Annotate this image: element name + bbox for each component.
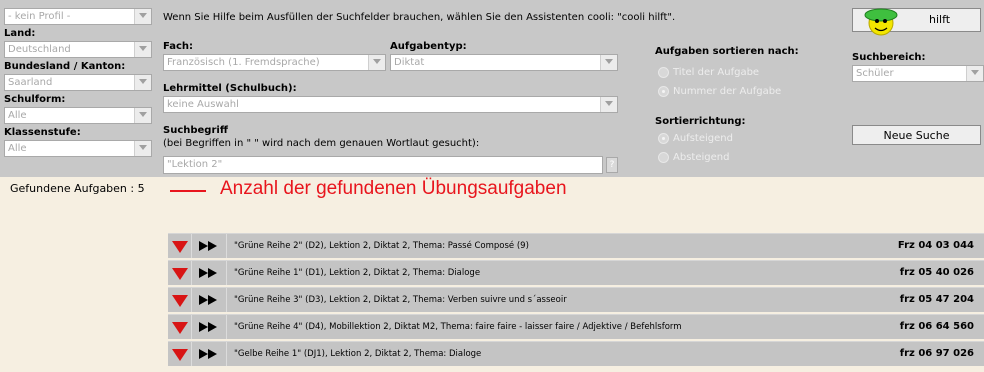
sortieren-label: Aufgaben sortieren nach: [655, 46, 799, 57]
expand-triangle-icon[interactable] [172, 294, 188, 308]
chevron-down-icon [134, 42, 151, 57]
klassenstufe-select-value: Alle [8, 143, 27, 154]
bundesland-select-value: Saarland [8, 77, 53, 88]
result-row[interactable]: "Grüne Reihe 2" (D2), Lektion 2, Diktat … [168, 233, 984, 258]
suchbereich-label: Suchbereich: [852, 52, 926, 63]
bundesland-label: Bundesland / Kanton: [4, 61, 126, 72]
schulform-label: Schulform: [4, 94, 66, 105]
land-select[interactable]: Deutschland [4, 41, 152, 58]
result-code: frz 05 47 204 [899, 294, 974, 305]
expand-triangle-icon[interactable] [172, 348, 188, 362]
sort-by-number-radio[interactable]: Nummer der Aufgabe [658, 86, 781, 97]
cooli-hilft-label: hilft [929, 13, 951, 26]
radio-selected-icon [658, 133, 669, 144]
result-title[interactable]: "Grüne Reihe 4" (D4), Mobillektion 2, Di… [234, 322, 682, 332]
result-title[interactable]: "Grüne Reihe 3" (D3), Lektion 2, Diktat … [234, 295, 567, 305]
result-title[interactable]: "Gelbe Reihe 1" (DJ1), Lektion 2, Diktat… [234, 349, 481, 359]
suchbegriff-input-value: "Lektion 2" [167, 159, 223, 170]
expand-triangle-icon[interactable] [172, 267, 188, 281]
radio-icon [658, 152, 669, 163]
lehrmittel-label: Lehrmittel (Schulbuch): [163, 83, 297, 94]
fach-label: Fach: [163, 41, 194, 52]
sort-descending-label: Absteigend [673, 152, 730, 163]
result-code: frz 06 97 026 [899, 348, 974, 359]
results-count: Gefundene Aufgaben : 5 [10, 182, 145, 195]
result-row[interactable]: "Gelbe Reihe 1" (DJ1), Lektion 2, Diktat… [168, 341, 984, 366]
fast-forward-icon[interactable] [199, 349, 219, 359]
chevron-down-icon [134, 9, 151, 24]
chevron-down-icon [134, 108, 151, 123]
richtung-label: Sortierrichtung: [655, 116, 746, 127]
fast-forward-icon[interactable] [199, 268, 219, 278]
result-code: frz 06 64 560 [899, 321, 974, 332]
suchbereich-select[interactable]: Schüler [852, 65, 984, 82]
result-row[interactable]: "Grüne Reihe 3" (D3), Lektion 2, Diktat … [168, 287, 984, 312]
search-panel: - kein Profil - Land: Deutschland Bundes… [0, 0, 984, 177]
suchbegriff-label: Suchbegriff [163, 125, 228, 136]
expand-triangle-icon[interactable] [172, 321, 188, 335]
sort-by-number-label: Nummer der Aufgabe [673, 86, 782, 97]
suchbegriff-hint: (bei Begriffen in " " wird nach dem gena… [163, 138, 480, 149]
lehrmittel-select-value: keine Auswahl [167, 99, 239, 110]
radio-selected-icon [658, 86, 669, 97]
chevron-down-icon [134, 75, 151, 90]
neue-suche-button[interactable]: Neue Suche [852, 125, 981, 145]
result-title[interactable]: "Grüne Reihe 1" (D1), Lektion 2, Diktat … [234, 268, 480, 278]
chevron-down-icon [600, 55, 617, 70]
fast-forward-icon[interactable] [199, 295, 219, 305]
chevron-down-icon [600, 97, 617, 112]
schulform-select[interactable]: Alle [4, 107, 152, 124]
klassenstufe-label: Klassenstufe: [4, 127, 81, 138]
sort-descending-radio[interactable]: Absteigend [658, 152, 729, 163]
fach-select-value: Französisch (1. Fremdsprache) [167, 57, 320, 68]
klassenstufe-select[interactable]: Alle [4, 140, 152, 157]
result-row[interactable]: "Grüne Reihe 4" (D4), Mobillektion 2, Di… [168, 314, 984, 339]
neue-suche-label: Neue Suche [883, 128, 950, 142]
suchbegriff-input[interactable]: "Lektion 2" [163, 156, 603, 174]
annotation-text: Anzahl der gefundenen Übungsaufgaben [220, 178, 567, 199]
profile-select[interactable]: - kein Profil - [4, 8, 152, 25]
cooli-hilft-button[interactable]: hilft [852, 8, 981, 36]
result-code: Frz 04 03 044 [897, 240, 974, 251]
result-code: frz 05 40 026 [899, 267, 974, 278]
lehrmittel-select[interactable]: keine Auswahl [163, 96, 618, 113]
chevron-down-icon [368, 55, 385, 70]
bundesland-select[interactable]: Saarland [4, 74, 152, 91]
land-select-value: Deutschland [8, 44, 71, 55]
fast-forward-icon[interactable] [199, 322, 219, 332]
profile-select-value: - kein Profil - [8, 11, 71, 22]
aufgabentyp-label: Aufgabentyp: [390, 41, 467, 52]
help-text: Wenn Sie Hilfe beim Ausfüllen der Suchfe… [163, 12, 676, 23]
sort-ascending-radio[interactable]: Aufsteigend [658, 133, 733, 144]
schulform-select-value: Alle [8, 110, 27, 121]
annotation-line [170, 190, 206, 192]
fach-select[interactable]: Französisch (1. Fremdsprache) [163, 54, 386, 71]
land-label: Land: [4, 28, 36, 39]
sort-by-title-radio[interactable]: Titel der Aufgabe [658, 67, 759, 78]
aufgabentyp-select-value: Diktat [394, 57, 425, 68]
suchbegriff-help-button[interactable]: ? [606, 157, 618, 173]
result-title[interactable]: "Grüne Reihe 2" (D2), Lektion 2, Diktat … [234, 241, 529, 251]
chevron-down-icon [966, 66, 983, 81]
sort-by-title-label: Titel der Aufgabe [673, 67, 760, 78]
cooli-mascot-icon [864, 8, 898, 36]
radio-icon [658, 67, 669, 78]
expand-triangle-icon[interactable] [172, 240, 188, 254]
result-row[interactable]: "Grüne Reihe 1" (D1), Lektion 2, Diktat … [168, 260, 984, 285]
sort-ascending-label: Aufsteigend [673, 133, 733, 144]
suchbereich-select-value: Schüler [856, 68, 894, 79]
aufgabentyp-select[interactable]: Diktat [390, 54, 618, 71]
fast-forward-icon[interactable] [199, 241, 219, 251]
chevron-down-icon [134, 141, 151, 156]
